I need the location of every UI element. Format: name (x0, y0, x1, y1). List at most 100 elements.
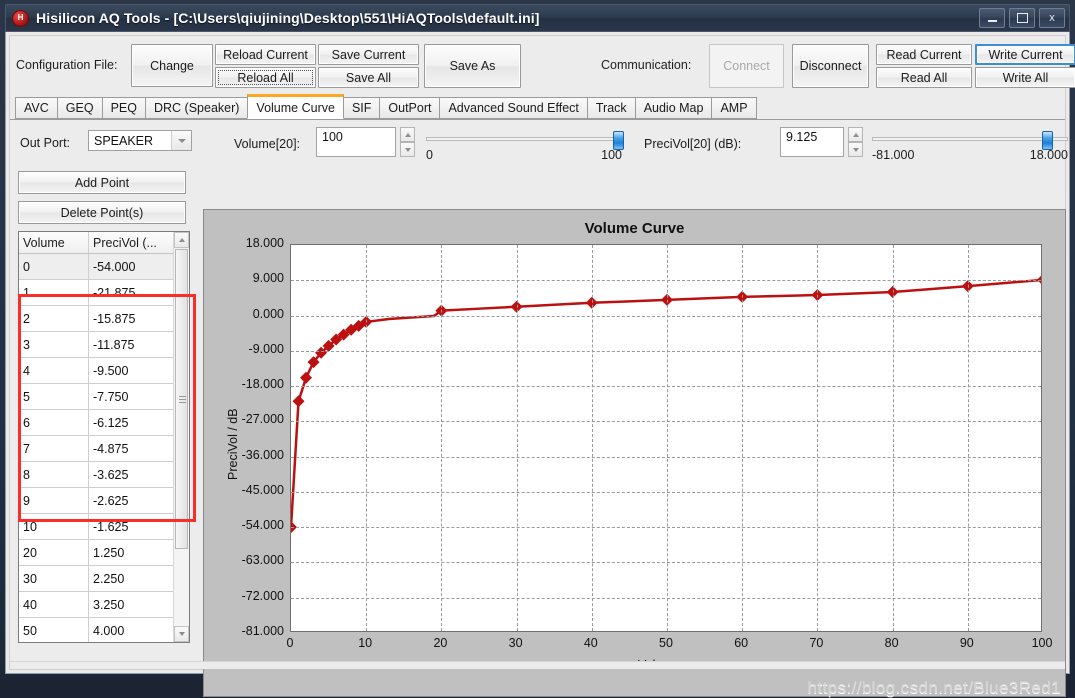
x-axis-tick-label: 20 (433, 636, 448, 650)
y-axis-tick-label: -36.000 (241, 447, 284, 462)
table-row[interactable]: 7 -4.875 (19, 436, 175, 462)
cell-volume: 3 (19, 332, 89, 357)
cell-precivol: -11.875 (93, 337, 135, 352)
table-row[interactable]: 40 3.250 (19, 592, 175, 618)
tab-sif[interactable]: SIF (342, 97, 381, 119)
precivol-slider-max-label: 18.000 (1029, 148, 1068, 162)
gridline-horizontal (291, 280, 1041, 282)
cell-precivol: -2.625 (93, 493, 129, 508)
scrollbar-grip-icon (179, 396, 186, 403)
cell-volume: 30 (19, 566, 89, 591)
chart-plot-area[interactable] (290, 244, 1042, 632)
y-axis-tick-label: -63.000 (241, 553, 284, 568)
tab-audio-map[interactable]: Audio Map (634, 97, 713, 119)
precivol-stepper-down[interactable] (848, 142, 863, 157)
precivol-stepper-up[interactable] (848, 127, 863, 142)
tab-geq[interactable]: GEQ (56, 97, 103, 119)
cell-volume: 2 (19, 306, 89, 331)
scrollbar-thumb[interactable] (175, 249, 188, 549)
close-icon[interactable]: x (1039, 8, 1065, 28)
gridline-vertical (366, 245, 368, 631)
save-all-button[interactable]: Save All (318, 67, 419, 88)
scroll-up-icon[interactable] (174, 232, 189, 248)
cell-precivol: 3.250 (93, 597, 125, 612)
cell-volume: 6 (19, 410, 89, 435)
tab-outport[interactable]: OutPort (379, 97, 441, 119)
cell-precivol: 2.250 (93, 571, 125, 586)
out-port-select[interactable]: SPEAKER (88, 130, 192, 151)
table-row[interactable]: 5 -7.750 (19, 384, 175, 410)
controls-row: Out Port: SPEAKER Volume[20]: 100 0 100 … (10, 121, 1068, 167)
change-button[interactable]: Change (131, 44, 213, 87)
tab-peq[interactable]: PEQ (101, 97, 146, 119)
gridline-horizontal (291, 350, 1041, 352)
volume-slider-track (426, 137, 622, 141)
y-axis-tick-label: 9.000 (252, 271, 284, 286)
gridline-vertical (516, 245, 518, 631)
tab-avc[interactable]: AVC (15, 97, 58, 119)
reload-all-button[interactable]: Reload All (215, 67, 316, 88)
window-title: Hisilicon AQ Tools - [C:\Users\qiujining… (36, 10, 540, 26)
y-axis-tick-label: -72.000 (241, 588, 284, 603)
volume-input[interactable]: 100 (316, 127, 396, 157)
table-row[interactable]: 4 -9.500 (19, 358, 175, 384)
x-axis-tick-label: 60 (734, 636, 749, 650)
x-axis-tick-label: 50 (659, 636, 673, 650)
chart-data-point[interactable] (292, 395, 305, 408)
volume-stepper-up[interactable] (400, 127, 415, 142)
read-all-button[interactable]: Read All (876, 67, 972, 88)
config-file-label: Configuration File: (16, 58, 118, 72)
points-table: Volume PreciVol (... 0 -54.000 1 -21.875 2 -1… (18, 231, 190, 643)
x-axis-tick-label: 70 (809, 636, 824, 650)
save-as-button[interactable]: Save As (424, 44, 521, 88)
volume-slider[interactable]: 0 100 (426, 129, 624, 162)
disconnect-button[interactable]: Disconnect (792, 44, 869, 88)
table-row[interactable]: 3 -11.875 (19, 332, 175, 358)
tab-advanced-sound-effect[interactable]: Advanced Sound Effect (439, 97, 588, 119)
chart-data-point[interactable] (300, 371, 313, 384)
volume-stepper[interactable] (400, 127, 415, 157)
reload-current-button[interactable]: Reload Current (215, 44, 316, 65)
points-table-scrollbar[interactable] (173, 232, 189, 642)
x-axis-tick-label: 10 (358, 636, 373, 650)
table-row[interactable]: 30 2.250 (19, 566, 175, 592)
tab-amp[interactable]: AMP (711, 97, 757, 119)
add-point-button[interactable]: Add Point (18, 171, 186, 194)
gridline-horizontal (291, 421, 1041, 423)
table-row[interactable]: 50 4.000 (19, 618, 175, 642)
cell-precivol: -15.875 (93, 311, 136, 326)
client-area: Configuration File: Change Reload Curren… (5, 32, 1075, 697)
table-row[interactable]: 20 1.250 (19, 540, 175, 566)
read-current-button[interactable]: Read Current (876, 44, 972, 65)
volume-stepper-down[interactable] (400, 142, 415, 157)
table-row[interactable]: 0 -54.000 (19, 254, 175, 280)
write-all-button[interactable]: Write All (975, 67, 1075, 88)
gridline-horizontal (291, 456, 1041, 458)
tab-bar: AVC GEQ PEQ DRC (Speaker) Volume Curve S… (10, 94, 1065, 120)
precivol-input[interactable]: 9.125 (780, 127, 844, 157)
gridline-vertical (892, 245, 894, 631)
save-current-button[interactable]: Save Current (318, 44, 419, 65)
table-row[interactable]: 9 -2.625 (19, 488, 175, 514)
tab-drc-speaker[interactable]: DRC (Speaker) (144, 97, 249, 119)
delete-points-button[interactable]: Delete Point(s) (18, 201, 186, 224)
gridline-vertical (967, 245, 969, 631)
maximize-icon[interactable] (1009, 8, 1035, 28)
cell-volume: 20 (19, 540, 89, 565)
table-row[interactable]: 1 -21.875 (19, 280, 175, 306)
write-current-button[interactable]: Write Current (975, 44, 1075, 65)
table-row[interactable]: 2 -15.875 (19, 306, 175, 332)
table-row[interactable]: 8 -3.625 (19, 462, 175, 488)
x-axis-tick-label: 90 (959, 636, 974, 650)
scroll-down-icon[interactable] (174, 626, 189, 642)
gridline-vertical (591, 245, 593, 631)
precivol-stepper[interactable] (848, 127, 863, 157)
tab-volume-curve[interactable]: Volume Curve (247, 94, 344, 119)
precivol-slider[interactable]: -81.000 18.000 (872, 129, 1068, 162)
tab-track[interactable]: Track (586, 97, 636, 119)
table-row[interactable]: 10 -1.625 (19, 514, 175, 540)
connect-button: Connect (709, 44, 784, 88)
minimize-icon[interactable] (979, 8, 1005, 28)
table-row[interactable]: 6 -6.125 (19, 410, 175, 436)
precivol-slider-track (872, 137, 1068, 141)
